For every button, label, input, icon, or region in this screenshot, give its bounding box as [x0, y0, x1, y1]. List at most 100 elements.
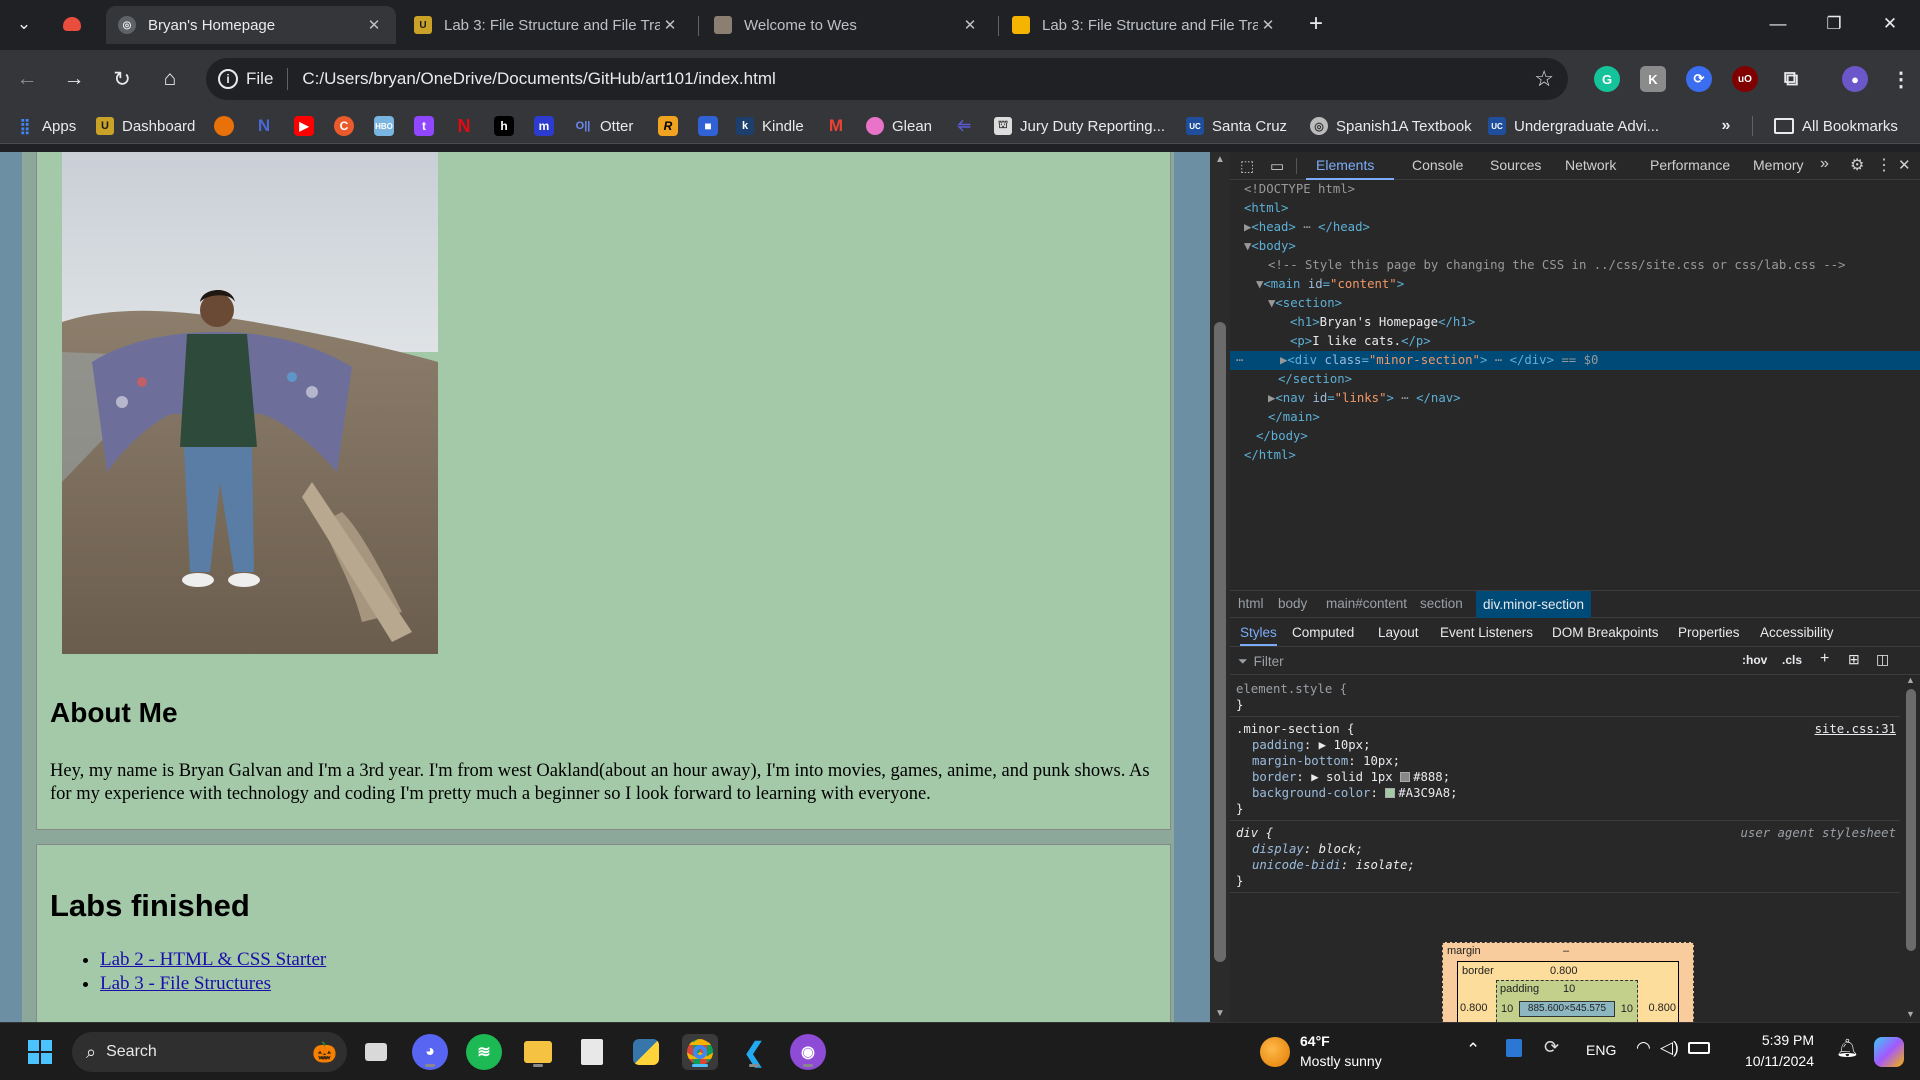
scroll-up-icon[interactable]: ▲ — [1906, 675, 1915, 685]
sync-icon[interactable]: ⟳ — [1544, 1037, 1559, 1058]
scroll-up-icon[interactable]: ▲ — [1215, 154, 1225, 165]
prop-padding[interactable]: padding: ▶ 10px; — [1252, 737, 1370, 753]
bookmark-santa-cruz[interactable]: UC Santa Cruz — [1186, 115, 1287, 137]
bookmark-jury-duty[interactable]: ⛫ Jury Duty Reporting... — [994, 115, 1165, 137]
kebab-menu-icon[interactable]: ⋮ — [1888, 66, 1914, 92]
breadcrumb-body[interactable]: body — [1278, 596, 1307, 611]
tab-console[interactable]: Console — [1412, 157, 1463, 173]
hov-toggle[interactable]: :hov — [1742, 653, 1767, 667]
discord-icon[interactable]: ◕ — [412, 1034, 448, 1070]
filter-input[interactable]: ⏷ Filter — [1238, 651, 1648, 671]
cls-toggle[interactable]: .cls — [1782, 653, 1802, 667]
subtab-properties[interactable]: Properties — [1678, 625, 1740, 640]
profile-avatar-icon[interactable] — [50, 0, 94, 48]
bookmark-r-icon[interactable]: R — [658, 116, 678, 136]
device-toolbar-icon[interactable]: ▭ — [1270, 157, 1284, 175]
gmail-icon[interactable]: M — [826, 116, 846, 136]
notion-icon[interactable]: N — [254, 116, 274, 136]
tab-search-button[interactable]: ⌄ — [2, 0, 46, 48]
back-button[interactable]: ← — [10, 62, 44, 96]
sync-icon[interactable]: ⟳ — [1686, 66, 1712, 92]
rule-selector-minor-section[interactable]: .minor-section { — [1236, 721, 1354, 737]
chevron-double-right-icon[interactable]: » — [1716, 116, 1736, 136]
clock-date[interactable]: 10/11/2024 — [1736, 1053, 1814, 1069]
tab-bryans-homepage[interactable]: ◎ Bryan's Homepage ✕ — [106, 6, 396, 44]
tab-memory[interactable]: Memory — [1753, 157, 1804, 173]
paint-icon[interactable]: ⊞ — [1848, 651, 1860, 668]
site-icon[interactable]: ■ — [698, 116, 718, 136]
lab3-link[interactable]: Lab 3 - File Structures — [100, 973, 271, 994]
dom-node-html[interactable]: <html> — [1244, 199, 1288, 218]
close-icon[interactable]: ✕ — [1258, 16, 1278, 34]
padding-value[interactable]: 10 — [1563, 983, 1575, 995]
notepad-icon[interactable] — [574, 1034, 610, 1070]
site-icon[interactable]: C — [334, 116, 354, 136]
bookmark-undergrad[interactable]: UC Undergraduate Advi... — [1488, 115, 1659, 137]
forward-button[interactable]: → — [57, 62, 91, 96]
volume-icon[interactable]: ◁) — [1660, 1038, 1679, 1058]
tab-performance[interactable]: Performance — [1650, 157, 1730, 173]
copilot-icon[interactable] — [1874, 1037, 1904, 1067]
prop-unicode-bidi[interactable]: unicode-bidi: isolate; — [1252, 857, 1415, 873]
wifi-icon[interactable]: ◠ — [1636, 1038, 1651, 1058]
star-icon[interactable]: ☆ — [1534, 66, 1554, 92]
rule-selector-div[interactable]: div { — [1236, 825, 1273, 841]
language-indicator[interactable]: ENG — [1586, 1042, 1616, 1058]
address-bar[interactable]: i File C:/Users/bryan/OneDrive/Documents… — [206, 58, 1568, 100]
scrollbar-thumb[interactable] — [1214, 322, 1226, 962]
tab-welcome-to-wes[interactable]: Welcome to Wes ✕ — [702, 6, 992, 44]
inspect-icon[interactable]: ⬚ — [1240, 157, 1254, 175]
windows-start-button[interactable] — [22, 1034, 58, 1070]
dom-comment[interactable]: <!-- Style this page by changing the CSS… — [1268, 256, 1845, 275]
restore-button[interactable]: ❐ — [1810, 0, 1858, 48]
page-scrollbar[interactable]: ▲ ▼ — [1210, 152, 1230, 1022]
extension-icon[interactable]: K — [1640, 66, 1666, 92]
info-icon[interactable]: i — [218, 69, 238, 89]
scrollbar-thumb[interactable] — [1906, 689, 1916, 951]
tab-elements[interactable]: Elements — [1316, 157, 1374, 173]
new-tab-button[interactable]: + — [1298, 0, 1334, 48]
prop-border[interactable]: border: ▶ solid 1px #888; — [1252, 769, 1450, 785]
dom-doctype[interactable]: <!DOCTYPE html> — [1244, 180, 1355, 199]
task-view-button[interactable] — [358, 1034, 394, 1070]
scroll-down-icon[interactable]: ▼ — [1215, 1008, 1225, 1019]
dom-row-menu-icon[interactable]: ⋯ — [1236, 351, 1243, 370]
hianime-icon[interactable]: h — [494, 116, 514, 136]
dom-node-section-close[interactable]: </section> — [1278, 370, 1352, 389]
crunchyroll-icon[interactable] — [214, 116, 234, 136]
element-style-selector[interactable]: element.style { — [1236, 681, 1347, 697]
all-bookmarks[interactable]: All Bookmarks — [1774, 115, 1898, 137]
home-button[interactable]: ⌂ — [153, 62, 187, 96]
python-icon[interactable] — [628, 1034, 664, 1070]
lab2-link[interactable]: Lab 2 - HTML & CSS Starter — [100, 949, 326, 970]
dom-node-section[interactable]: ▼<section> — [1268, 294, 1342, 313]
subtab-styles[interactable]: Styles — [1240, 625, 1277, 646]
file-explorer-icon[interactable] — [520, 1034, 556, 1070]
site-icon[interactable]: ⥢ — [954, 116, 974, 136]
sidebar-toggle-icon[interactable]: ◫ — [1876, 651, 1889, 668]
subtab-dom-breakpoints[interactable]: DOM Breakpoints — [1552, 625, 1659, 640]
dom-node-h1[interactable]: <h1>Bryan's Homepage</h1> — [1290, 313, 1475, 332]
subtab-accessibility[interactable]: Accessibility — [1760, 625, 1834, 640]
github-desktop-icon[interactable]: ◉ — [790, 1034, 826, 1070]
content-box[interactable]: 885.600×545.575 — [1519, 1001, 1615, 1017]
bookmark-dashboard[interactable]: U Dashboard — [96, 115, 195, 137]
bookmark-spanish[interactable]: ◎ Spanish1A Textbook — [1310, 115, 1472, 137]
reload-button[interactable]: ↻ — [105, 62, 139, 96]
close-icon[interactable]: ✕ — [960, 16, 980, 34]
breadcrumb-div[interactable]: div.minor-section — [1476, 591, 1592, 618]
youtube-icon[interactable]: ▶ — [294, 116, 314, 136]
hbo-icon[interactable]: HBO — [374, 116, 394, 136]
dom-node-main-close[interactable]: </main> — [1268, 408, 1320, 427]
dom-node-html-close[interactable]: </html> — [1244, 446, 1296, 465]
border-left-value[interactable]: 0.800 — [1460, 1002, 1488, 1014]
minimize-button[interactable]: — — [1754, 0, 1802, 48]
myanimelist-icon[interactable]: m — [534, 116, 554, 136]
more-tabs-icon[interactable]: » — [1820, 155, 1829, 173]
border-right-value[interactable]: 0.800 — [1648, 1002, 1676, 1014]
tab-sources[interactable]: Sources — [1490, 157, 1541, 173]
close-icon[interactable]: ✕ — [1898, 156, 1911, 174]
chrome-icon[interactable] — [682, 1034, 718, 1070]
battery-icon[interactable] — [1688, 1042, 1710, 1054]
scroll-down-icon[interactable]: ▼ — [1906, 1009, 1915, 1019]
